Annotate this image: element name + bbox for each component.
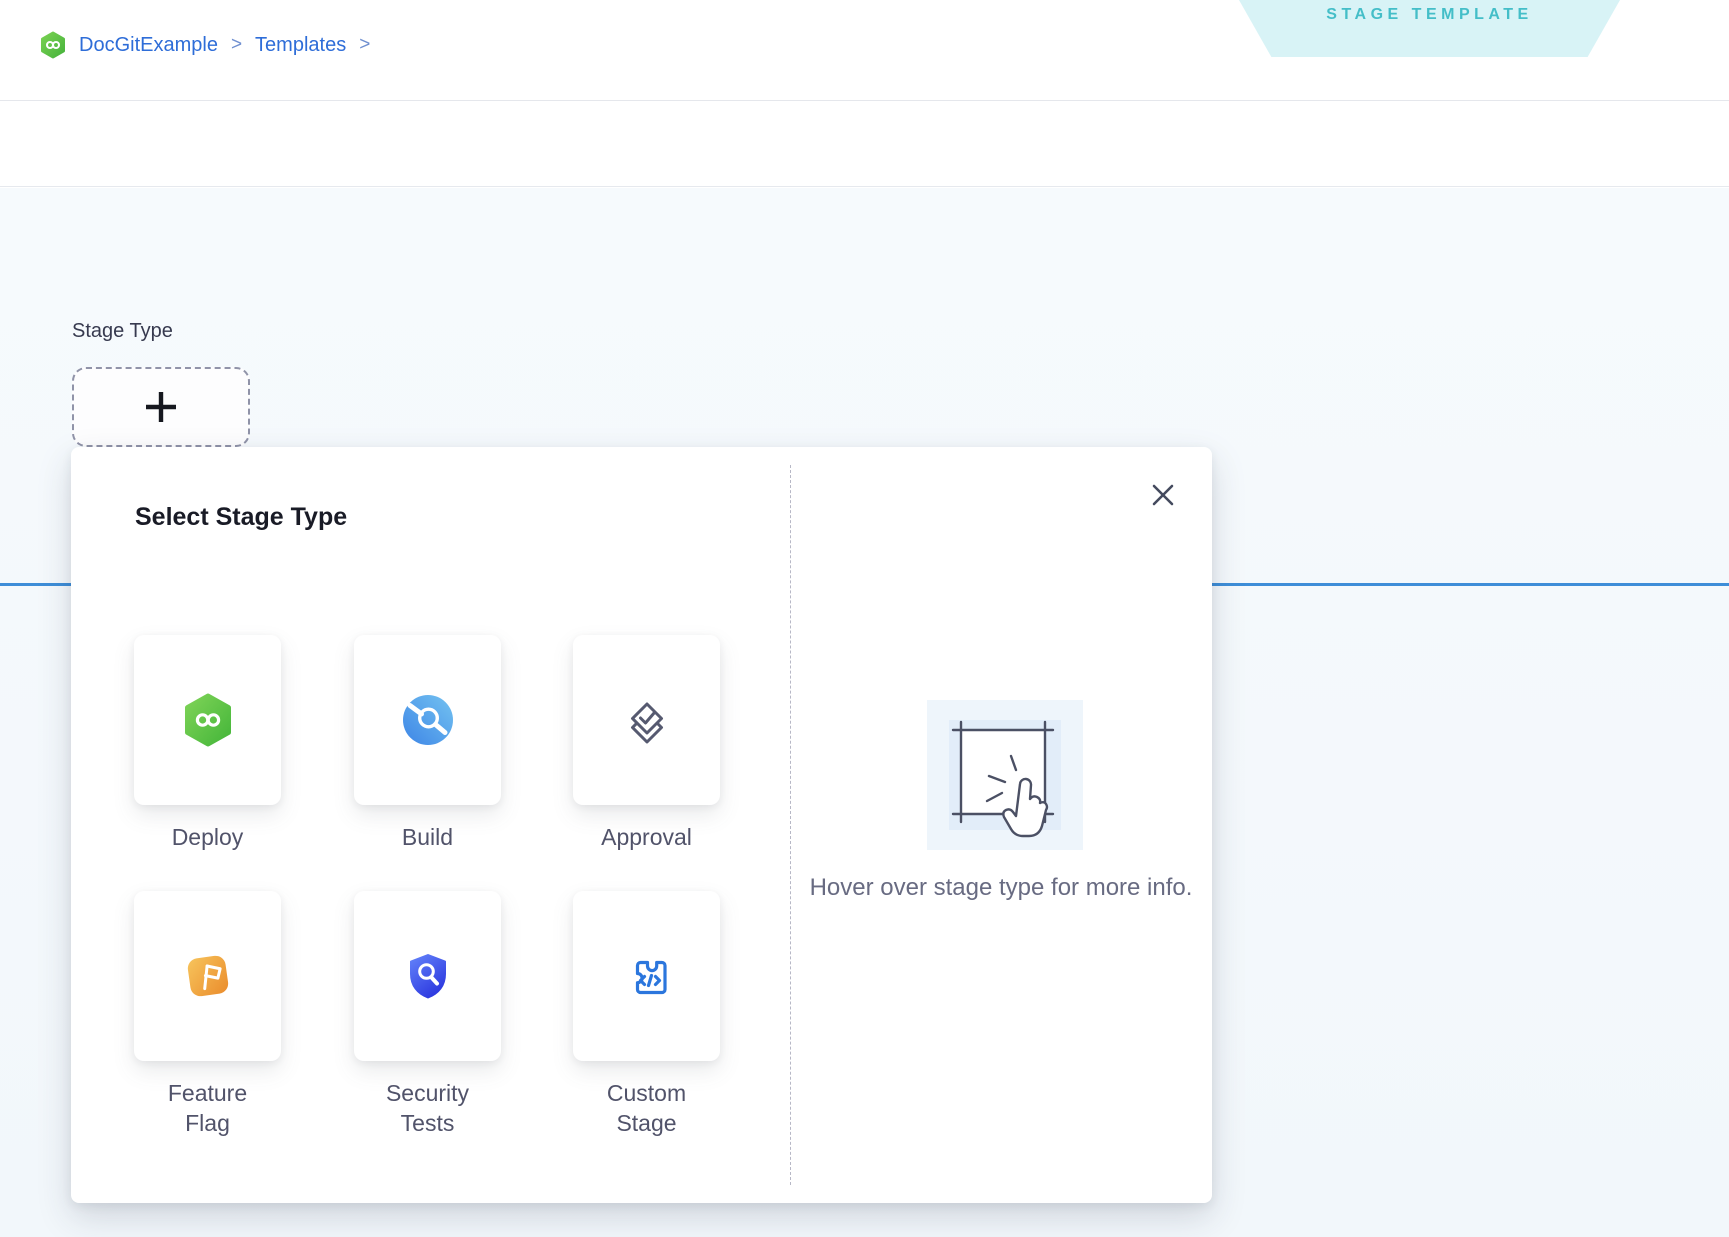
header-bar: DocGitExample > Templates > STAGE TEMPLA… — [0, 0, 1729, 101]
popover-heading: Select Stage Type — [135, 503, 347, 532]
build-icon — [400, 692, 456, 748]
breadcrumb-project-link[interactable]: DocGitExample — [79, 34, 218, 57]
stage-template-ribbon: STAGE TEMPLATE — [1239, 0, 1620, 57]
deploy-icon — [180, 692, 236, 748]
stage-type-custom-stage[interactable] — [573, 891, 720, 1061]
feature-flag-icon — [180, 948, 236, 1004]
popover-divider — [790, 465, 791, 1185]
close-icon — [1151, 483, 1175, 507]
stage-type-deploy[interactable] — [134, 635, 281, 805]
hover-hint-text: Hover over stage type for more info. — [781, 871, 1221, 904]
stage-type-build[interactable] — [354, 635, 501, 805]
stage-type-security-tests[interactable] — [354, 891, 501, 1061]
custom-stage-icon — [619, 948, 675, 1004]
stage-type-label-feature-flag: Feature Flag — [149, 1078, 267, 1138]
stage-type-label-build: Build — [369, 822, 487, 852]
title-bar: DocStageTemplate VISUAL YAML — [0, 101, 1729, 187]
project-hexagon-icon — [40, 31, 66, 59]
stage-type-label: Stage Type — [72, 320, 173, 343]
stage-type-approval[interactable] — [573, 635, 720, 805]
breadcrumb-separator: > — [231, 34, 242, 56]
stage-type-label-security-tests: Security Tests — [369, 1078, 487, 1138]
stage-type-label-custom-stage: Custom Stage — [588, 1078, 706, 1138]
stage-type-label-approval: Approval — [588, 822, 706, 852]
add-stage-button[interactable] — [72, 367, 250, 447]
approval-icon — [619, 692, 675, 748]
plus-icon — [142, 388, 180, 426]
breadcrumb: DocGitExample > Templates > — [40, 0, 370, 90]
close-popover-button[interactable] — [1147, 479, 1179, 511]
security-tests-icon — [400, 948, 456, 1004]
stage-type-feature-flag[interactable] — [134, 891, 281, 1061]
breadcrumb-separator: > — [359, 34, 370, 56]
hover-info-illustration — [927, 700, 1083, 855]
breadcrumb-templates-link[interactable]: Templates — [255, 34, 346, 57]
stage-type-label-deploy: Deploy — [149, 822, 267, 852]
select-stage-type-popover: Select Stage Type Deploy — [71, 447, 1212, 1203]
